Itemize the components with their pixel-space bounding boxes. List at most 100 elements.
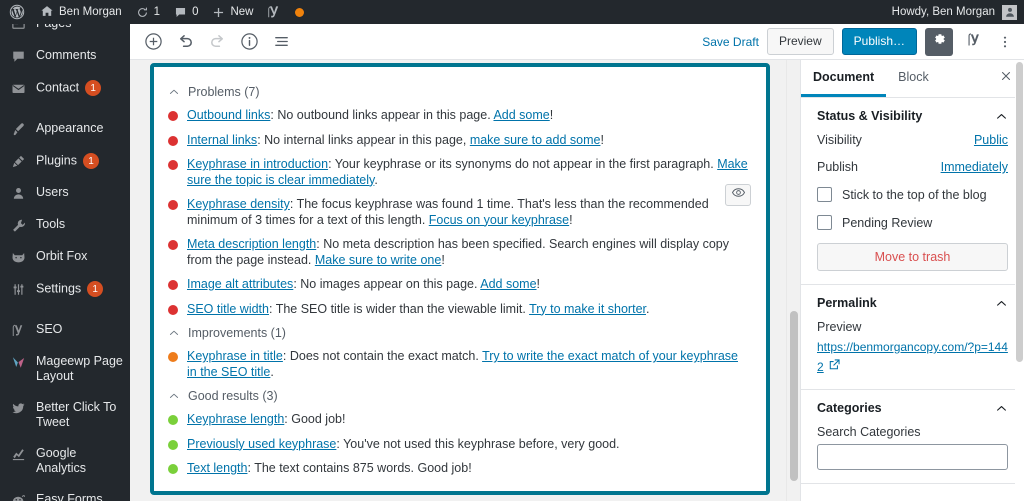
- assessment-item: Keyphrase in introduction: Your keyphras…: [168, 157, 748, 188]
- assessment-link[interactable]: Try to make it shorter: [529, 302, 646, 316]
- updates-icon: [136, 6, 149, 19]
- editor-toolbar-left: [130, 27, 296, 57]
- updates-menu[interactable]: 1: [129, 0, 167, 24]
- pending-review-checkbox[interactable]: [817, 215, 832, 230]
- sidebar-item-label: Plugins: [36, 153, 77, 168]
- sidebar-item-mageewp-page-layout[interactable]: Mageewp Page Layout: [0, 346, 130, 392]
- assessment-label[interactable]: Meta description length: [187, 237, 316, 251]
- yoast-icon: [9, 322, 27, 338]
- sticky-post-checkbox[interactable]: [817, 187, 832, 202]
- sidebar-item-settings[interactable]: Settings 1: [0, 273, 130, 305]
- pages-icon: [9, 24, 27, 32]
- yoast-seo-analysis-block[interactable]: Problems (7) Outbound links: No outbound…: [150, 63, 770, 495]
- sidebar-item-orbit-fox[interactable]: Orbit Fox: [0, 241, 130, 273]
- pending-review-label: Pending Review: [842, 215, 933, 230]
- sidebar-item-google-analytics[interactable]: Google Analytics: [0, 438, 130, 484]
- editor-scrollbar[interactable]: [786, 60, 800, 501]
- editor-scrollbar-thumb[interactable]: [790, 311, 798, 481]
- sidebar-item-label: Pages: [36, 24, 130, 31]
- yoast-sidebar-button[interactable]: [961, 28, 987, 56]
- sidebar-item-users[interactable]: Users: [0, 177, 130, 209]
- site-name-menu[interactable]: Ben Morgan: [33, 0, 129, 24]
- assessment-item: Text length: The text contains 875 words…: [168, 461, 748, 477]
- assessment-link[interactable]: Add some: [493, 108, 549, 122]
- pending-review-checkbox-row[interactable]: Pending Review: [817, 215, 1008, 230]
- categories-header[interactable]: Categories: [817, 401, 1008, 415]
- assessment-label[interactable]: Internal links: [187, 133, 257, 147]
- more-options-button[interactable]: [995, 28, 1015, 56]
- assessment-label[interactable]: Image alt attributes: [187, 277, 293, 291]
- assessment-link[interactable]: make sure to add some: [470, 133, 601, 147]
- publish-label: Publish: [817, 160, 858, 174]
- settings-gear-button[interactable]: [925, 27, 953, 56]
- search-categories-label: Search Categories: [817, 425, 921, 439]
- publish-row: Publish Immediately: [817, 160, 1008, 174]
- sidebar-item-pages[interactable]: Pages: [0, 24, 130, 40]
- save-draft-button[interactable]: Save Draft: [702, 35, 759, 49]
- move-to-trash-button[interactable]: Move to trash: [817, 243, 1008, 271]
- assessment-link[interactable]: Make sure to write one: [315, 253, 441, 267]
- howdy-label: Howdy, Ben Morgan: [891, 6, 995, 18]
- section-header-good-results[interactable]: Good results (3): [168, 389, 748, 403]
- assessment-label[interactable]: SEO title width: [187, 302, 269, 316]
- assessment-label[interactable]: Keyphrase density: [187, 197, 290, 211]
- redo-icon[interactable]: [202, 27, 232, 57]
- assessment-label[interactable]: Previously used keyphrase: [187, 437, 336, 451]
- preview-button[interactable]: Preview: [766, 28, 834, 55]
- sidebar-item-appearance[interactable]: Appearance: [0, 113, 130, 145]
- assessment-label[interactable]: Keyphrase in title: [187, 349, 283, 363]
- list-view-icon[interactable]: [266, 27, 296, 57]
- wordpress-logo-icon[interactable]: [0, 0, 33, 24]
- sidebar-item-plugins[interactable]: Plugins 1: [0, 145, 130, 177]
- improvements-list: Keyphrase in title: Does not contain the…: [168, 349, 748, 380]
- tab-block[interactable]: Block: [886, 60, 941, 97]
- status-bullet-good-icon: [168, 439, 178, 450]
- new-content-menu[interactable]: New: [205, 0, 260, 24]
- assessment-label[interactable]: Keyphrase in introduction: [187, 157, 328, 171]
- add-block-icon[interactable]: [138, 27, 168, 57]
- yoast-analysis-content: Problems (7) Outbound links: No outbound…: [154, 67, 766, 491]
- assessment-label[interactable]: Keyphrase length: [187, 412, 284, 426]
- sidebar-item-comments[interactable]: Comments: [0, 40, 130, 72]
- status-visibility-header[interactable]: Status & Visibility: [817, 109, 1008, 123]
- section-header-problems[interactable]: Problems (7): [168, 85, 748, 99]
- account-menu[interactable]: Howdy, Ben Morgan: [891, 4, 1024, 20]
- twitter-icon: [9, 400, 27, 416]
- assessment-link[interactable]: Focus on your keyphrase: [429, 213, 569, 227]
- sidebar-item-label: Tools: [36, 217, 66, 231]
- sidebar-scrollbar-thumb[interactable]: [1016, 62, 1023, 362]
- sidebar-item-label: SEO: [36, 322, 63, 336]
- sidebar-badge: 1: [83, 153, 99, 169]
- assessment-label[interactable]: Text length: [187, 461, 247, 475]
- permalink-url-link[interactable]: https://benmorgancopy.com/?p=1442: [817, 340, 1008, 374]
- sticky-post-checkbox-row[interactable]: Stick to the top of the blog: [817, 187, 1008, 202]
- publish-button[interactable]: Publish…: [841, 28, 917, 55]
- sidebar-item-seo[interactable]: SEO: [0, 314, 130, 346]
- assessment-item: Image alt attributes: No images appear o…: [168, 277, 748, 293]
- notification-dot-menu[interactable]: [288, 0, 311, 24]
- preview-visibility-button[interactable]: [725, 184, 751, 206]
- sidebar-item-contact[interactable]: Contact 1: [0, 72, 130, 104]
- permalink-header[interactable]: Permalink: [817, 296, 1008, 310]
- sidebar-scrollbar[interactable]: [1015, 60, 1024, 501]
- assessment-label[interactable]: Outbound links: [187, 108, 270, 122]
- comments-menu[interactable]: 0: [167, 0, 205, 24]
- wrench-icon: [9, 217, 27, 233]
- tab-document[interactable]: Document: [801, 60, 887, 97]
- publish-value-button[interactable]: Immediately: [941, 160, 1008, 174]
- search-categories-input[interactable]: [817, 444, 1008, 470]
- user-icon: [9, 185, 27, 201]
- undo-icon[interactable]: [170, 27, 200, 57]
- user-avatar-icon: [1002, 4, 1017, 20]
- gear-icon: [931, 31, 947, 52]
- assessment-link[interactable]: Add some: [480, 277, 536, 291]
- info-icon[interactable]: [234, 27, 264, 57]
- sidebar-item-better-click-to-tweet[interactable]: Better Click To Tweet: [0, 392, 130, 438]
- assessment-item: Keyphrase length: Good job!: [168, 412, 748, 428]
- sidebar-item-easy-forms[interactable]: Easy Forms: [0, 484, 130, 501]
- sidebar-item-tools[interactable]: Tools: [0, 209, 130, 241]
- section-header-improvements[interactable]: Improvements (1): [168, 326, 748, 340]
- visibility-value-button[interactable]: Public: [974, 133, 1008, 147]
- categories-panel: Categories Search Categories: [801, 390, 1024, 484]
- yoast-menu[interactable]: [260, 0, 288, 24]
